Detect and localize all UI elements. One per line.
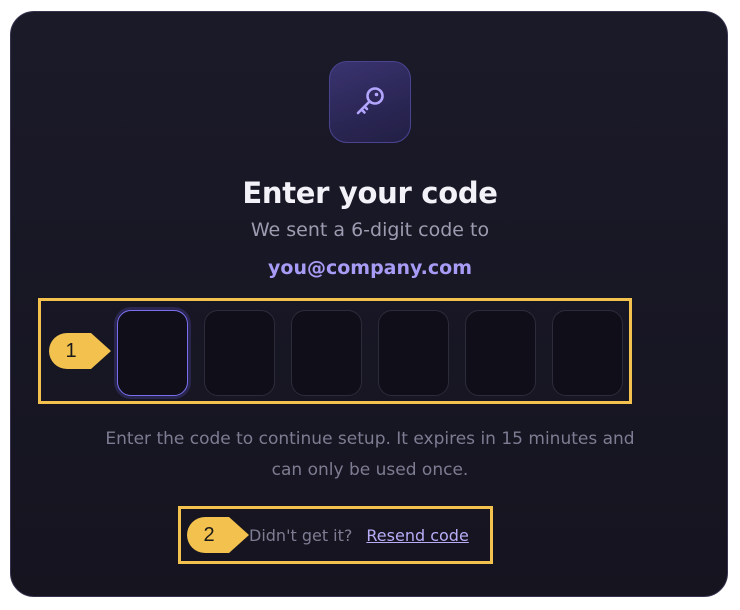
resend-row: Didn't get it? Resend code [249, 523, 469, 547]
page-title: Enter your code [242, 176, 498, 210]
annotation-marker-2: 2 [187, 517, 249, 553]
expiry-note: Enter the code to continue setup. It exp… [71, 424, 669, 486]
code-digit-1[interactable] [117, 310, 188, 396]
resend-prompt: Didn't get it? [249, 525, 353, 545]
key-badge [329, 61, 411, 143]
code-digit-3[interactable] [291, 310, 362, 396]
code-digit-5[interactable] [465, 310, 536, 396]
annotation-number-2: 2 [203, 524, 215, 546]
code-digit-4[interactable] [378, 310, 449, 396]
code-digit-6[interactable] [552, 310, 623, 396]
subtitle: We sent a 6-digit code to [250, 219, 490, 241]
key-icon [356, 87, 384, 115]
code-digit-2[interactable] [204, 310, 275, 396]
resend-code-link[interactable]: Resend code [366, 526, 468, 545]
verification-card: Enter your code We sent a 6-digit code t… [10, 11, 728, 597]
expiry-note-line-2: can only be used once. [271, 460, 469, 480]
email-address: you@company.com [268, 257, 472, 279]
annotation-marker-1: 1 [49, 333, 111, 369]
expiry-note-line-1: Enter the code to continue setup. It exp… [105, 429, 635, 449]
annotation-number-1: 1 [65, 340, 77, 362]
